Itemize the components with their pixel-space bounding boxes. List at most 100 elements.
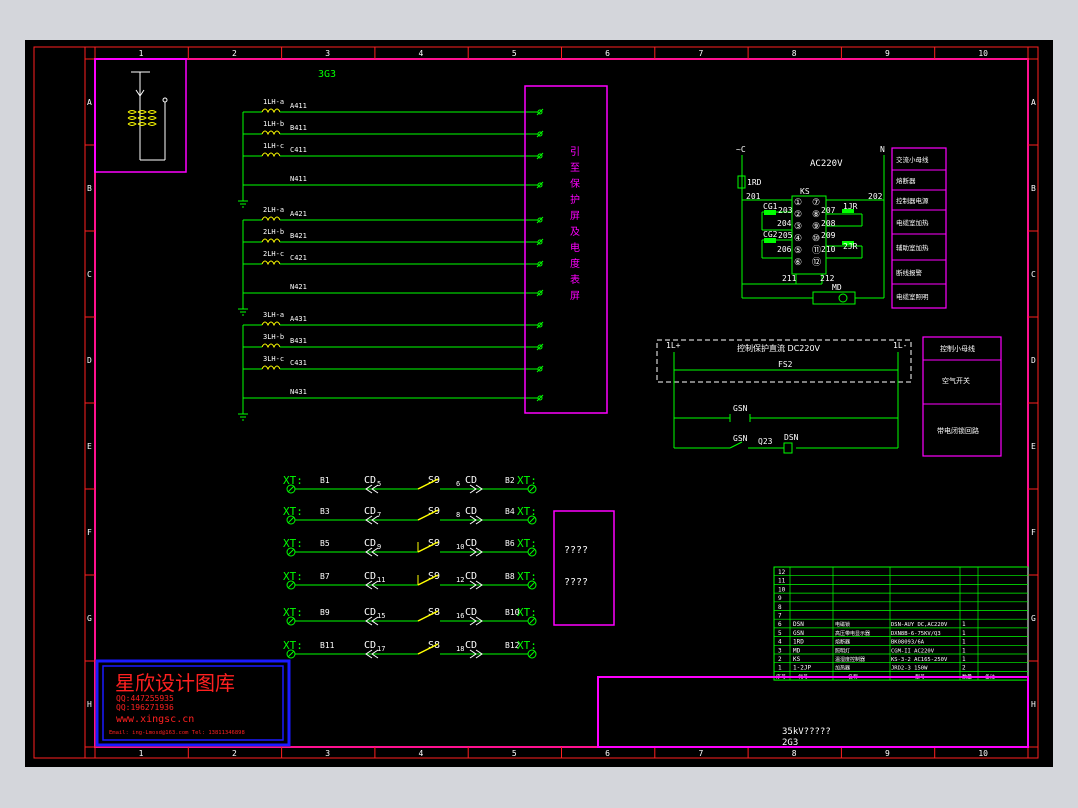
grid-row-right: B [1031, 184, 1036, 193]
ks-terminal: ⑩ [812, 234, 820, 244]
unknown-text-1: ???? [564, 545, 588, 556]
ct-label: 1LH-c [263, 142, 284, 150]
parts-cell-code: 1-2JP [793, 665, 811, 672]
ct-label: 2LH-c [263, 250, 284, 258]
jr2-label: 2JR [843, 242, 858, 251]
ac-node-label: 203 [778, 206, 793, 215]
cd-label-left: CD [364, 538, 376, 549]
ac-node-label: 207 [821, 206, 836, 215]
ac-node-label: 201 [746, 192, 761, 201]
protection-char: 表 [570, 273, 580, 286]
grid-col-bottom: 10 [978, 749, 988, 758]
ac-side-label: 控制器电源 [896, 196, 929, 205]
title-drawing: 2G3 [782, 738, 798, 748]
ac-node-label: 212 [820, 274, 835, 283]
cd-label-left: CD [364, 506, 376, 517]
drawing-id: 3G3 [318, 69, 336, 80]
parts-cell-code: DSN [793, 621, 804, 628]
ks-terminal: ⑦ [812, 198, 820, 208]
fuse-1rd: 1RD [747, 178, 762, 187]
grid-row-left: G [87, 614, 92, 623]
wire-label: N421 [290, 283, 307, 291]
grid-row-left: B [87, 184, 92, 193]
wire-label: A431 [290, 315, 307, 323]
ac-node-label: 202 [868, 192, 883, 201]
parts-cell-name: 高压带电显示器 [835, 630, 870, 637]
logo-url: www.xingsc.cn [116, 714, 194, 725]
parts-cell-qty: 1 [962, 630, 966, 637]
parts-cell-n: 7 [778, 613, 782, 620]
grid-col-top: 5 [512, 49, 517, 58]
wire-label: B421 [290, 232, 307, 240]
terminal-b-right: B2 [505, 476, 515, 485]
parts-cell-model: DXN8B-6-75KV/Q3 [891, 631, 941, 637]
unknown-text-2: ???? [564, 577, 588, 588]
cg1-label: CG1 [763, 202, 778, 211]
protection-char: 屏 [570, 290, 580, 302]
cd-label-left: CD [364, 475, 376, 486]
grid-row-right: D [1031, 356, 1036, 365]
protection-char: 电 [570, 241, 580, 254]
ct-label: 1LH-a [263, 98, 284, 106]
cd-label-right: CD [465, 640, 477, 651]
grid-row-right: E [1031, 442, 1036, 451]
gsn-label-2: GSN [733, 434, 748, 443]
logo-contact: Email: ing-Lmosd@163.com Tel: 1381134689… [109, 730, 245, 736]
wire-label: N431 [290, 388, 307, 396]
cd-sub-left: 15 [377, 612, 385, 620]
protection-char: 保 [570, 177, 580, 190]
parts-cell-n: 10 [778, 586, 786, 593]
terminal-b-left: B11 [320, 641, 335, 650]
ks-terminal: ⑫ [812, 257, 821, 268]
cd-sub-left: 17 [377, 645, 385, 653]
wire-label: C431 [290, 359, 307, 367]
grid-col-top: 7 [698, 49, 703, 58]
terminal-b-right: B6 [505, 539, 515, 548]
terminal-b-left: B3 [320, 507, 330, 516]
terminal-b-right: B8 [505, 572, 515, 581]
logo-qq2: QQ:196271936 [116, 703, 174, 712]
ks-terminal: ⑧ [812, 210, 820, 220]
parts-cell-n: 3 [778, 647, 782, 654]
protection-char: 至 [570, 162, 580, 174]
ct-label: 3LH-b [263, 333, 284, 341]
ks-terminal: ① [794, 198, 802, 208]
wire-label: B431 [290, 337, 307, 345]
ac-node-label: 206 [777, 245, 792, 254]
parts-cell-n: 12 [778, 569, 786, 576]
logo-name: 星欣设计图库 [115, 671, 235, 695]
cd-label-right: CD [465, 607, 477, 618]
grid-row-left: D [87, 356, 92, 365]
grid-col-top: 4 [419, 49, 424, 58]
grid-col-top: 2 [232, 49, 237, 58]
node-number: 10 [456, 543, 464, 551]
terminal-b-left: B5 [320, 539, 330, 548]
ac-node-label: 205 [778, 231, 793, 240]
cd-label-left: CD [364, 571, 376, 582]
grid-row-right: A [1031, 98, 1036, 107]
terminal-b-left: B7 [320, 572, 330, 581]
ks-terminal: ⑥ [794, 258, 802, 268]
wire-label: A411 [290, 102, 307, 110]
protection-char: 度 [570, 257, 580, 270]
cd-sub-left: 7 [377, 511, 381, 519]
title-text: 35kV????? [782, 727, 831, 737]
grid-row-right: F [1031, 528, 1036, 537]
lamp-md: MD [832, 283, 842, 292]
ac-node-label: 209 [821, 231, 836, 240]
dc-side-label-1: 控制小母线 [940, 344, 975, 353]
dc-title: 控制保护直流 DC220V [737, 343, 821, 353]
parts-cell-n: 9 [778, 595, 782, 602]
parts-cell-model: KS-3-2 AC165-250V [891, 657, 948, 663]
dc-minus-bus: 1L- [893, 341, 907, 350]
parts-cell-code: MD [793, 647, 801, 654]
grid-col-top: 3 [325, 49, 330, 58]
cad-drawing-canvas: 1122334455667788991010A AB BC CD DE EF FG GH H 3… [25, 40, 1053, 767]
grid-col-bottom: 5 [512, 749, 517, 758]
cg2-label: CG2 [763, 230, 778, 239]
grid-col-bottom: 2 [232, 749, 237, 758]
dc-plus-bus: 1L+ [666, 341, 681, 350]
node-number: 18 [456, 645, 464, 653]
ac-side-label: 断线报警 [896, 268, 923, 277]
ks-terminal: ⑤ [794, 246, 802, 256]
